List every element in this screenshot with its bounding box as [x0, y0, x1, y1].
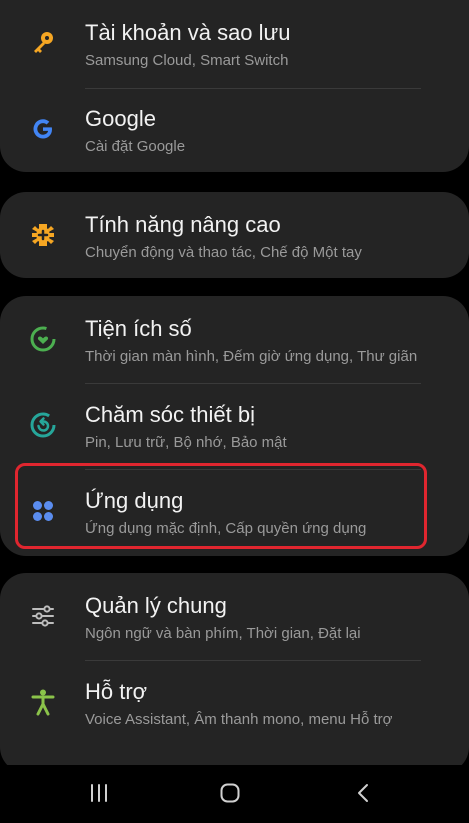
settings-item-accounts-backup[interactable]: Tài khoản và sao lưu Samsung Cloud, Smar… [0, 0, 469, 86]
digital-wellbeing-icon [26, 322, 60, 356]
back-icon [352, 782, 374, 809]
item-subtitle: Ngôn ngữ và bàn phím, Thời gian, Đặt lại [85, 625, 361, 642]
device-care-icon [26, 408, 60, 442]
back-button[interactable] [333, 775, 393, 815]
home-button[interactable] [200, 775, 260, 815]
apps-icon [26, 494, 60, 528]
navigation-bar [0, 765, 469, 823]
item-title: Google [85, 106, 156, 131]
item-title: Quản lý chung [85, 593, 227, 618]
item-title: Tiện ích số [85, 316, 192, 341]
settings-item-general-management[interactable]: Quản lý chung Ngôn ngữ và bàn phím, Thời… [0, 573, 469, 659]
item-title: Tính năng nâng cao [85, 212, 281, 237]
item-subtitle: Voice Assistant, Âm thanh mono, menu Hỗ … [85, 711, 393, 728]
item-subtitle: Ứng dụng mặc định, Cấp quyền ứng dụng [85, 520, 367, 537]
item-subtitle: Samsung Cloud, Smart Switch [85, 52, 289, 69]
item-title: Tài khoản và sao lưu [85, 20, 291, 45]
settings-item-digital-wellbeing[interactable]: Tiện ích số Thời gian màn hình, Đếm giờ … [0, 296, 469, 382]
item-title: Hỗ trợ [85, 679, 148, 704]
item-subtitle: Chuyển động và thao tác, Chế độ Một tay [85, 244, 362, 261]
settings-item-accessibility[interactable]: Hỗ trợ Voice Assistant, Âm thanh mono, m… [0, 659, 469, 745]
item-title: Ứng dụng [85, 488, 184, 513]
advanced-features-icon [26, 218, 60, 252]
recents-icon [88, 782, 110, 809]
settings-item-google[interactable]: Google Cài đặt Google [0, 86, 469, 172]
settings-card-advanced: Tính năng nâng cao Chuyển động và thao t… [0, 192, 469, 278]
settings-item-device-care[interactable]: Chăm sóc thiết bị Pin, Lưu trữ, Bộ nhớ, … [0, 382, 469, 468]
sliders-icon [26, 599, 60, 633]
item-subtitle: Pin, Lưu trữ, Bộ nhớ, Bảo mật [85, 434, 287, 451]
settings-card-device: Tiện ích số Thời gian màn hình, Đếm giờ … [0, 296, 469, 556]
recents-button[interactable] [69, 775, 129, 815]
item-subtitle: Thời gian màn hình, Đếm giờ ứng dụng, Th… [85, 348, 418, 365]
home-icon [218, 781, 242, 810]
item-subtitle: Cài đặt Google [85, 138, 186, 155]
key-icon [26, 26, 60, 60]
settings-card-general: Quản lý chung Ngôn ngữ và bàn phím, Thời… [0, 573, 469, 773]
google-icon [26, 112, 60, 146]
settings-item-advanced-features[interactable]: Tính năng nâng cao Chuyển động và thao t… [0, 192, 469, 278]
item-title: Chăm sóc thiết bị [85, 402, 255, 427]
settings-card-accounts: Tài khoản và sao lưu Samsung Cloud, Smar… [0, 0, 469, 172]
settings-item-apps[interactable]: Ứng dụng Ứng dụng mặc định, Cấp quyền ứn… [0, 468, 469, 554]
accessibility-icon [26, 685, 60, 719]
